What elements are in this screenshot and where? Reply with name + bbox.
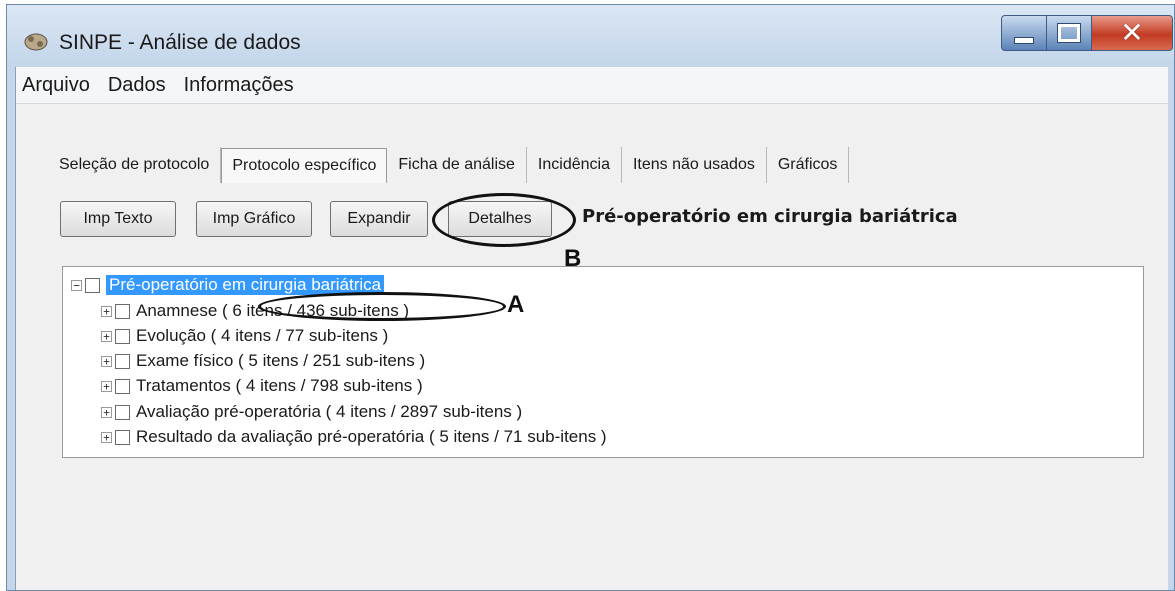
- tree-item-label[interactable]: Tratamentos ( 4 itens / 798 sub-itens ): [136, 376, 423, 396]
- expand-icon[interactable]: +: [101, 355, 112, 367]
- tab-graficos[interactable]: Gráficos: [767, 147, 850, 183]
- app-icon: [24, 33, 48, 51]
- menu-arquivo[interactable]: Arquivo: [20, 72, 92, 99]
- menu-informacoes[interactable]: Informações: [182, 72, 296, 99]
- window-title: SINPE - Análise de dados: [59, 31, 301, 54]
- tree-item-label[interactable]: Evolução ( 4 itens / 77 sub-itens ): [136, 326, 388, 346]
- tree-item-tratamentos[interactable]: + Tratamentos ( 4 itens / 798 sub-itens …: [101, 375, 423, 397]
- tree-item-checkbox[interactable]: [115, 429, 130, 445]
- tree-item-exame-fisico[interactable]: + Exame físico ( 5 itens / 251 sub-itens…: [101, 350, 425, 372]
- expand-icon[interactable]: +: [101, 431, 112, 443]
- tree-item-label[interactable]: Resultado da avaliação pré-operatória ( …: [136, 427, 607, 447]
- annotation-label-a: A: [507, 291, 525, 318]
- tree-item-checkbox[interactable]: [115, 303, 130, 319]
- tree-item-checkbox[interactable]: [115, 353, 130, 369]
- expand-icon[interactable]: +: [101, 330, 112, 342]
- protocol-name-label: Pré-operatório em cirurgia bariátrica: [582, 206, 958, 227]
- minimize-icon: [1014, 36, 1034, 44]
- annotation-ellipse-a: [258, 292, 506, 321]
- tab-itens-nao-usados[interactable]: Itens não usados: [622, 147, 767, 183]
- tree-root-checkbox[interactable]: [85, 277, 100, 293]
- tab-ficha-analise[interactable]: Ficha de análise: [387, 147, 527, 183]
- annotation-ellipse-b: [432, 193, 576, 247]
- expand-icon[interactable]: +: [101, 380, 112, 392]
- maximize-button[interactable]: [1046, 15, 1092, 51]
- tree-item-label[interactable]: Exame físico ( 5 itens / 251 sub-itens ): [136, 351, 425, 371]
- tree-item-checkbox[interactable]: [115, 328, 130, 344]
- tree-item-resultado[interactable]: + Resultado da avaliação pré-operatória …: [101, 426, 607, 448]
- maximize-icon: [1057, 23, 1081, 43]
- tab-protocolo-especifico[interactable]: Protocolo específico: [221, 147, 388, 183]
- menu-dados[interactable]: Dados: [106, 72, 168, 99]
- tab-selecao-protocolo[interactable]: Seleção de protocolo: [48, 147, 222, 183]
- imp-grafico-button[interactable]: Imp Gráfico: [196, 201, 312, 237]
- expand-icon[interactable]: +: [101, 305, 112, 317]
- expand-icon[interactable]: +: [101, 406, 112, 418]
- menu-bar: Arquivo Dados Informações: [16, 67, 1168, 104]
- tab-incidencia[interactable]: Incidência: [527, 147, 622, 183]
- tab-strip: Seleção de protocolo Protocolo específic…: [48, 145, 850, 185]
- title-bar[interactable]: SINPE - Análise de dados ✕: [7, 5, 1174, 67]
- close-icon: ✕: [1120, 16, 1144, 49]
- tree-item-checkbox[interactable]: [115, 378, 130, 394]
- protocol-tree[interactable]: − Pré-operatório em cirurgia bariátrica …: [62, 266, 1144, 458]
- collapse-icon[interactable]: −: [71, 279, 82, 291]
- close-button[interactable]: ✕: [1091, 15, 1173, 51]
- tree-item-avaliacao[interactable]: + Avaliação pré-operatória ( 4 itens / 2…: [101, 401, 522, 423]
- tree-item-checkbox[interactable]: [115, 404, 130, 420]
- tree-item-evolucao[interactable]: + Evolução ( 4 itens / 77 sub-itens ): [101, 325, 388, 347]
- app-window: SINPE - Análise de dados ✕ Arquivo Dados…: [6, 4, 1175, 591]
- imp-texto-button[interactable]: Imp Texto: [60, 201, 176, 237]
- client-area: Arquivo Dados Informações Seleção de pro…: [15, 67, 1168, 590]
- expandir-button[interactable]: Expandir: [330, 201, 428, 237]
- minimize-button[interactable]: [1001, 15, 1047, 51]
- tree-item-label[interactable]: Avaliação pré-operatória ( 4 itens / 289…: [136, 402, 522, 422]
